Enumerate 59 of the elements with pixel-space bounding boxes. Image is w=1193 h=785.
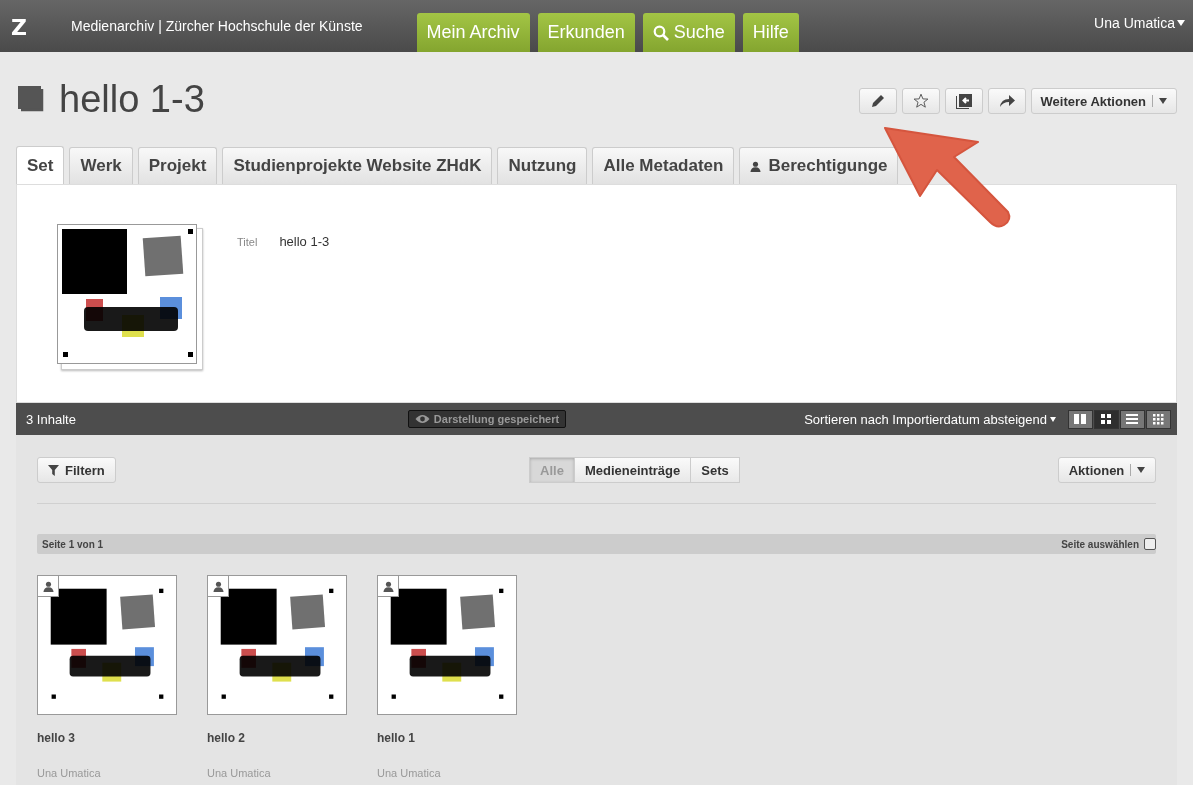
user-menu[interactable]: Una Umatica	[1094, 15, 1185, 31]
tab[interactable]: Projekt	[137, 147, 218, 184]
item-title[interactable]: hello 1	[377, 731, 415, 745]
funnel-icon	[48, 464, 59, 476]
view-mode-button[interactable]	[1146, 409, 1171, 429]
search-icon	[652, 24, 669, 41]
field-value: hello 1-3	[279, 234, 330, 249]
media-thumbnail[interactable]	[377, 575, 517, 715]
person-icon	[212, 580, 224, 592]
media-thumbnail[interactable]	[207, 575, 347, 715]
tab[interactable]: Berechtigunge	[739, 147, 899, 184]
select-page-checkbox[interactable]: Seite auswählen	[1061, 538, 1156, 550]
page-indicator: Seite 1 von 1	[42, 538, 104, 550]
pencil-icon	[870, 94, 885, 108]
saved-view-badge[interactable]: Darstellung gespeichert	[407, 410, 567, 428]
type-filter-tab[interactable]: Medieneinträge	[573, 457, 692, 483]
site-title[interactable]: Medienarchiv | Zürcher Hochschule der Künste	[71, 18, 363, 34]
item-title[interactable]: hello 2	[207, 731, 245, 745]
share-button[interactable]	[987, 88, 1026, 114]
item-author: Una Umatica	[377, 767, 441, 779]
sort-menu[interactable]: Sortieren nach Importierdatum absteigend	[804, 411, 1056, 427]
edit-button[interactable]	[858, 88, 897, 114]
share-arrow-icon	[998, 94, 1015, 108]
view-mode-button[interactable]	[1068, 409, 1093, 429]
type-filter-tab[interactable]: Sets	[690, 457, 740, 483]
item-author: Una Umatica	[37, 767, 101, 779]
tiles-icon	[1153, 413, 1164, 425]
more-actions-button[interactable]: Weitere Aktionen	[1030, 88, 1177, 114]
move-button[interactable]	[944, 88, 983, 114]
actions-button[interactable]: Aktionen	[1058, 457, 1156, 483]
caret-icon	[1177, 20, 1185, 26]
filter-button[interactable]: Filtern	[37, 457, 116, 483]
star-icon	[912, 93, 929, 109]
view-mode-button[interactable]	[1094, 409, 1119, 429]
caret-icon	[1050, 416, 1056, 422]
folder-icon	[955, 93, 972, 109]
field-label: Titel	[237, 236, 258, 248]
tab[interactable]: Studienprojekte Website ZHdK	[222, 147, 493, 184]
person-icon	[382, 580, 394, 592]
grid-icon	[1101, 414, 1112, 424]
set-icon	[18, 85, 45, 113]
tab[interactable]: Set	[16, 146, 65, 184]
page-title: hello 1-3	[59, 77, 205, 121]
caret-icon	[1159, 98, 1167, 104]
tab[interactable]: Alle Metadaten	[592, 147, 735, 184]
logo[interactable]: Z	[11, 12, 35, 40]
content-count: 3 Inhalte	[26, 411, 76, 427]
columns-icon	[1074, 414, 1087, 424]
tab[interactable]: Werk	[69, 147, 133, 184]
caret-icon	[1137, 467, 1146, 473]
view-mode-button[interactable]	[1120, 409, 1145, 429]
person-icon	[750, 160, 762, 172]
list-icon	[1126, 414, 1139, 424]
eye-icon	[414, 414, 430, 424]
item-author: Una Umatica	[207, 767, 271, 779]
media-thumbnail[interactable]	[37, 575, 177, 715]
item-title[interactable]: hello 3	[37, 731, 75, 745]
tab[interactable]: Nutzung	[497, 147, 588, 184]
person-icon	[42, 580, 54, 592]
